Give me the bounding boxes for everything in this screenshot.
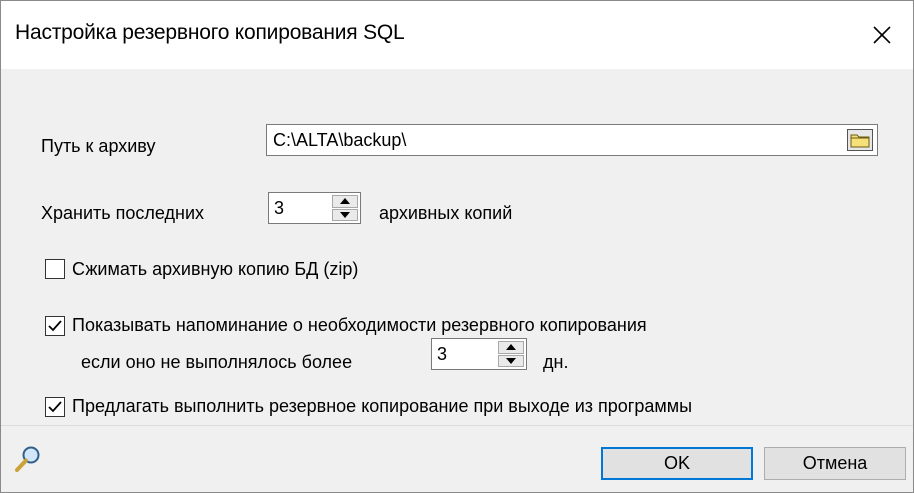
reminder-sub-label-after: дн. — [543, 352, 569, 372]
path-label: Путь к архиву — [41, 136, 156, 156]
chevron-down-icon — [340, 211, 350, 218]
keep-count-stepper[interactable]: 3 — [268, 192, 361, 224]
dialog-title: Настройка резервного копирования SQL — [15, 21, 405, 44]
reminder-label[interactable]: Показывать напоминание о необходимости р… — [72, 315, 647, 336]
compress-checkbox[interactable] — [45, 259, 65, 279]
chevron-up-icon — [340, 198, 350, 205]
reminder-days-down-button[interactable] — [498, 354, 524, 367]
close-button[interactable] — [851, 1, 913, 69]
browse-folder-button[interactable] — [847, 129, 873, 151]
search-icon[interactable] — [13, 444, 43, 474]
reminder-checkbox[interactable] — [45, 316, 65, 336]
keep-count-value: 3 — [274, 198, 285, 218]
compress-label[interactable]: Сжимать архивную копию БД (zip) — [72, 259, 358, 280]
keep-label-before: Хранить последних — [41, 203, 205, 223]
dialog-footer: OK Отмена — [1, 425, 913, 492]
settings-panel: Путь к архиву C:\ALTA\backup\ Хранить по… — [1, 69, 913, 425]
reminder-days-up-button[interactable] — [498, 341, 524, 354]
chevron-up-icon — [506, 344, 516, 351]
title-bar[interactable]: Настройка резервного копирования SQL — [1, 1, 913, 69]
reminder-days-value: 3 — [437, 344, 448, 364]
reminder-days-arrows — [498, 341, 524, 367]
reminder-days-stepper[interactable]: 3 — [431, 338, 527, 370]
on-exit-checkbox[interactable] — [45, 397, 65, 417]
cancel-button[interactable]: Отмена — [764, 447, 906, 480]
on-exit-label[interactable]: Предлагать выполнить резервное копирован… — [72, 396, 692, 417]
backup-settings-dialog: Настройка резервного копирования SQL Пут… — [0, 0, 914, 493]
path-input[interactable]: C:\ALTA\backup\ — [266, 124, 878, 156]
keep-count-up-button[interactable] — [332, 195, 358, 208]
keep-count-arrows — [332, 195, 358, 221]
folder-icon — [850, 134, 870, 148]
checkmark-icon — [48, 320, 62, 332]
keep-count-down-button[interactable] — [332, 208, 358, 221]
keep-label-after: архивных копий — [379, 203, 513, 223]
path-value: C:\ALTA\backup\ — [273, 130, 407, 150]
close-icon — [873, 26, 891, 44]
checkmark-icon — [48, 401, 62, 413]
chevron-down-icon — [506, 357, 516, 364]
reminder-sub-label-before: если оно не выполнялось более — [81, 352, 353, 372]
ok-button[interactable]: OK — [601, 447, 753, 480]
